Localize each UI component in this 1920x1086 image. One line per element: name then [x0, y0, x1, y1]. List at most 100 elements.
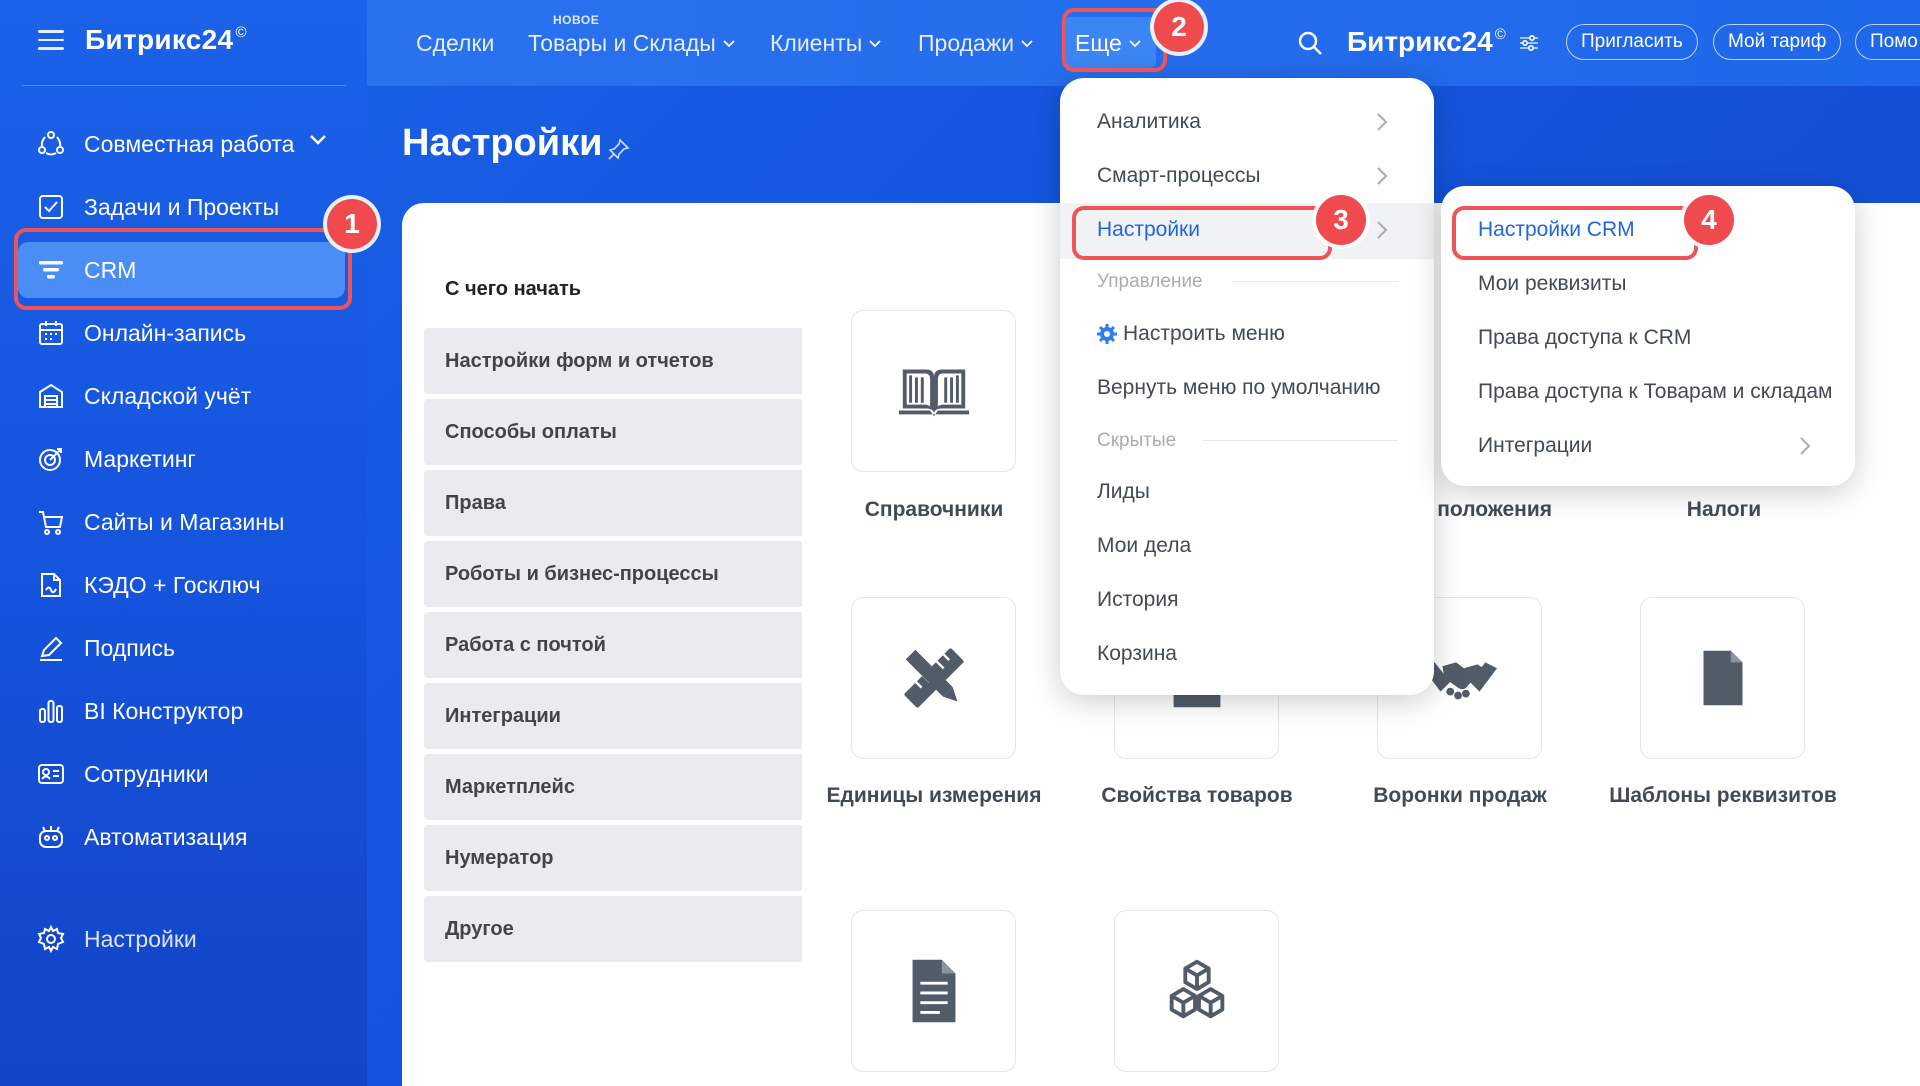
sidebar-item-warehouse[interactable]: Складской учёт: [18, 368, 345, 424]
cubes-icon: [1169, 959, 1224, 1019]
sidebar-item-tasks[interactable]: Задачи и Проекты: [18, 179, 345, 235]
robot-icon: [36, 822, 66, 852]
top-link-deals[interactable]: Сделки: [416, 30, 494, 57]
sidebar-item-settings[interactable]: Настройки: [18, 911, 345, 967]
calendar-icon: [36, 318, 66, 348]
chevron-down-icon: [1021, 40, 1033, 48]
settings-menu-item[interactable]: Маркетплейс: [424, 754, 802, 820]
menu-item-history[interactable]: История: [1097, 588, 1178, 612]
document-sign-icon: [36, 570, 66, 600]
logo[interactable]: Битрикс24 ©: [85, 24, 247, 56]
menu-item-crm-access[interactable]: Права доступа к CRM: [1478, 326, 1691, 350]
top-link-products[interactable]: Товары и Склады: [528, 30, 736, 57]
settings-menu-item[interactable]: Другое: [424, 896, 802, 962]
chevron-right-icon: [1800, 437, 1811, 455]
pin-icon[interactable]: [608, 138, 630, 160]
chevron-right-icon: [1377, 167, 1388, 185]
chevron-down-icon: [310, 135, 326, 145]
top-link-clients[interactable]: Клиенты: [770, 30, 882, 57]
tile-label: Единицы измерения: [826, 784, 1042, 807]
settings-menu-item[interactable]: Права: [424, 470, 802, 536]
menu-item-leads[interactable]: Лиды: [1097, 480, 1150, 504]
highlight-crm: [14, 228, 352, 310]
id-card-icon: [36, 759, 66, 789]
sidebar-item-label: Сотрудники: [84, 760, 209, 787]
settings-menu-item[interactable]: Способы оплаты: [424, 399, 802, 465]
warehouse-icon: [36, 381, 66, 411]
tariff-button[interactable]: Мой тариф: [1713, 24, 1842, 60]
search-icon[interactable]: [1297, 30, 1323, 56]
menu-item-integrations[interactable]: Интеграции: [1478, 434, 1592, 458]
menu-item-reset[interactable]: Вернуть меню по умолчанию: [1097, 376, 1380, 400]
menu-item-my-requisites[interactable]: Мои реквизиты: [1478, 272, 1626, 296]
sidebar-item-label: Складской учёт: [84, 382, 252, 409]
sidebar-item-marketing[interactable]: Маркетинг: [18, 431, 345, 487]
chevron-down-icon: [723, 40, 735, 48]
tile-document[interactable]: [851, 910, 1016, 1072]
menu-item-smart-processes[interactable]: Смарт-процессы: [1097, 164, 1260, 188]
gear-icon: [1097, 324, 1117, 344]
menu-item-products-access[interactable]: Права доступа к Товарам и складам: [1478, 380, 1832, 404]
chevron-right-icon: [1377, 221, 1388, 239]
sidebar-item-kedo[interactable]: КЭДО + Госключ: [18, 557, 345, 613]
sidebar-item-label: Настройки: [84, 925, 197, 952]
book-icon: [898, 369, 969, 417]
step-badge: 1: [327, 199, 377, 249]
step-badge: 4: [1684, 195, 1734, 245]
chevron-right-icon: [1377, 113, 1388, 131]
tile-label: Налоги: [1686, 498, 1762, 521]
invite-button[interactable]: Пригласить: [1566, 24, 1698, 60]
sidebar-item-signature[interactable]: Подпись: [18, 620, 345, 676]
sidebar: Битрикс24 © Совместная работа Задачи и Пр…: [0, 0, 367, 1086]
collaboration-icon: [36, 129, 66, 159]
highlight-settings: [1072, 206, 1332, 260]
sidebar-item-bi[interactable]: BI Конструктор: [18, 683, 345, 739]
sidebar-item-label: Подпись: [84, 634, 176, 661]
tile-requisite-templates[interactable]: [1640, 597, 1805, 759]
new-badge: НОВОЕ: [553, 13, 600, 27]
sidebar-item-collaboration[interactable]: Совместная работа: [18, 116, 345, 172]
tile-directories[interactable]: [851, 310, 1016, 472]
settings-menu-item[interactable]: Роботы и бизнес-процессы: [424, 541, 802, 607]
tile-label: Шаблоны реквизитов: [1609, 784, 1837, 807]
top-link-sales[interactable]: Продажи: [918, 30, 1034, 57]
more-dropdown: Аналитика Смарт-процессы Настройки Управ…: [1060, 78, 1434, 695]
highlight-more: [1062, 8, 1167, 72]
menu-icon[interactable]: [38, 30, 64, 52]
settings-menu-item[interactable]: Работа с почтой: [424, 612, 802, 678]
tile-label: Воронки продаж: [1373, 784, 1547, 807]
sidebar-item-sites[interactable]: Сайты и Магазины: [18, 494, 345, 550]
sidebar-item-label: Сайты и Магазины: [84, 508, 285, 535]
sliders-icon[interactable]: [1519, 34, 1539, 52]
settings-menu-item[interactable]: Настройки форм и отчетов: [424, 328, 802, 394]
sidebar-item-label: Онлайн-запись: [84, 319, 247, 346]
menu-item-trash[interactable]: Корзина: [1097, 642, 1177, 666]
step-badge: 3: [1316, 195, 1366, 245]
sidebar-item-booking[interactable]: Онлайн-запись: [18, 305, 345, 361]
start-label: С чего начать: [445, 278, 582, 300]
sidebar-item-label: Задачи и Проекты: [84, 193, 280, 220]
logo[interactable]: Битрикс24 ©: [1347, 26, 1506, 58]
help-button[interactable]: Помо: [1855, 24, 1920, 60]
step-badge: 2: [1154, 2, 1204, 52]
pen-icon: [36, 633, 66, 663]
gear-icon: [36, 924, 66, 954]
sidebar-item-employees[interactable]: Сотрудники: [18, 746, 345, 802]
divider: [1232, 281, 1398, 282]
tile-packages[interactable]: [1114, 910, 1279, 1072]
menu-item-analytics[interactable]: Аналитика: [1097, 110, 1201, 134]
divider: [1203, 440, 1398, 441]
settings-menu-item[interactable]: Интеграции: [424, 683, 802, 749]
section-hidden: Скрытые: [1097, 430, 1177, 451]
sidebar-item-label: КЭДО + Госключ: [84, 571, 261, 598]
menu-item-my-tasks[interactable]: Мои дела: [1097, 534, 1191, 558]
sidebar-item-label: Маркетинг: [84, 445, 196, 472]
section-manage: Управление: [1097, 271, 1203, 292]
tile-label: Свойства товаров: [1101, 784, 1293, 807]
tile-units[interactable]: [851, 597, 1016, 759]
highlight-crm-settings: [1452, 206, 1698, 260]
sidebar-item-automation[interactable]: Автоматизация: [18, 809, 345, 865]
menu-item-configure[interactable]: Настроить меню: [1097, 322, 1285, 346]
checkbox-icon: [36, 192, 66, 222]
settings-menu-item[interactable]: Нумератор: [424, 825, 802, 891]
